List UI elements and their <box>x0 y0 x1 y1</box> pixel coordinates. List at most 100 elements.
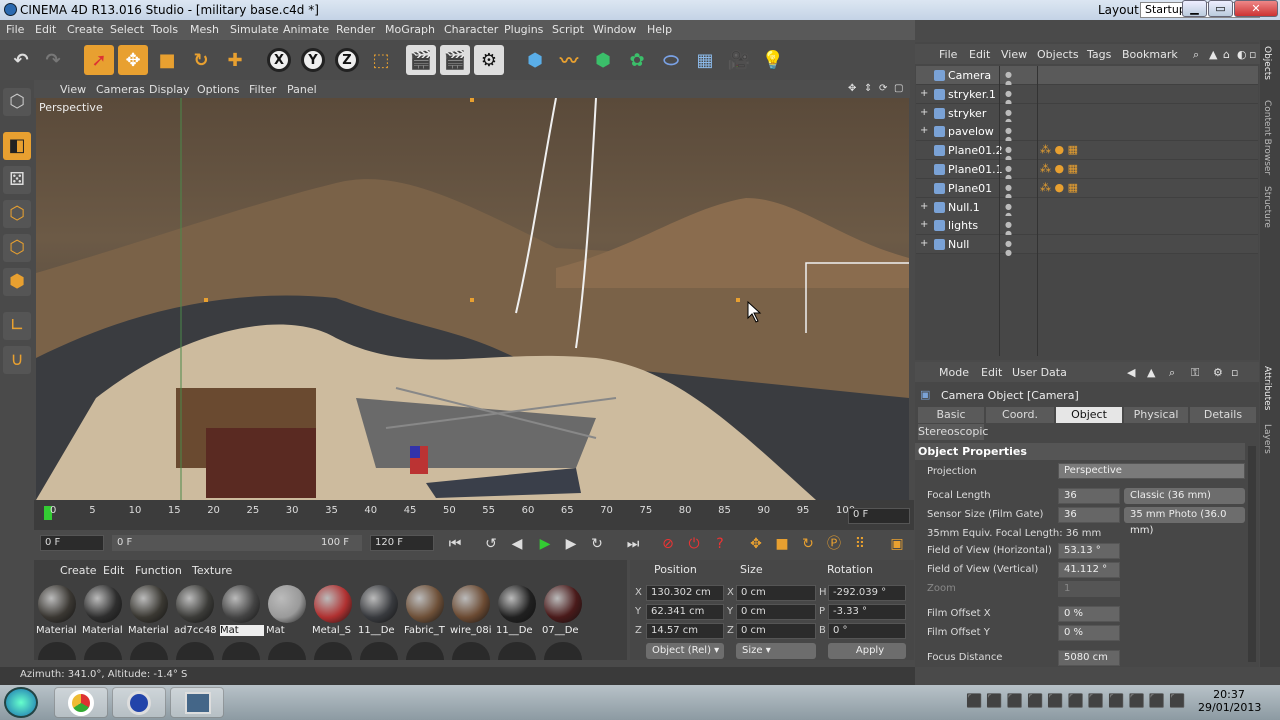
visibility-dots-icon[interactable]: ● ● <box>1005 126 1019 144</box>
obj-menu-objects[interactable]: Objects <box>1037 48 1079 61</box>
object-row[interactable]: Camera ● ● <box>916 66 1258 88</box>
material-swatch[interactable] <box>498 585 536 623</box>
object-name[interactable]: Plane01 <box>948 182 992 195</box>
mat-menu-function[interactable]: Function <box>135 564 182 577</box>
deformer-icon[interactable]: ⬭ <box>656 45 686 75</box>
visibility-dots-icon[interactable]: ● ● <box>1005 183 1019 201</box>
vp-menu-filter[interactable]: Filter <box>249 83 276 96</box>
vp-dolly-icon[interactable]: ⇕ <box>864 83 872 94</box>
visibility-dots-icon[interactable]: ● ● <box>1005 145 1019 163</box>
side-tab-attributes[interactable]: Attributes <box>1262 366 1272 410</box>
light-icon[interactable]: 💡 <box>758 45 788 75</box>
polygons-mode-icon[interactable]: ⬢ <box>3 268 31 296</box>
size-mode-select[interactable]: Size ▾ <box>736 643 816 659</box>
material-swatch[interactable] <box>314 585 352 623</box>
material-label[interactable]: Metal_S <box>312 625 356 636</box>
material-swatch[interactable] <box>176 642 214 660</box>
minimize-button[interactable]: ▁ <box>1182 0 1207 17</box>
expand-toggle[interactable]: + <box>920 107 928 118</box>
projection-select[interactable]: Perspective <box>1058 463 1245 479</box>
material-swatch[interactable] <box>84 642 122 660</box>
record-keys-icon[interactable]: ⊘ <box>657 533 679 555</box>
scale-icon[interactable]: ■ <box>152 45 182 75</box>
material-label[interactable]: Mat <box>220 625 264 636</box>
visibility-dots-icon[interactable]: ● ● <box>1005 70 1019 88</box>
play-icon[interactable]: ▶ <box>534 533 556 555</box>
menu-plugins[interactable]: Plugins <box>504 23 543 36</box>
material-swatch[interactable] <box>360 585 398 623</box>
tab-details[interactable]: Details <box>1190 407 1256 423</box>
menu-character[interactable]: Character <box>444 23 498 36</box>
obj-menu-file[interactable]: File <box>939 48 957 61</box>
lock-icon[interactable]: ◐ <box>1237 48 1247 61</box>
spline-pen-icon[interactable]: 〰 <box>554 45 584 75</box>
current-frame-field[interactable]: 0 F <box>848 508 910 524</box>
material-label[interactable]: Fabric_T <box>404 625 448 636</box>
material-label[interactable]: Material <box>128 625 172 636</box>
menu-help[interactable]: Help <box>647 23 672 36</box>
previous-key-icon[interactable]: ↺ <box>480 533 502 555</box>
fov-horizontal-field[interactable]: 53.13 ° <box>1058 543 1120 559</box>
lock-icon[interactable]: ⚿ <box>1191 366 1199 380</box>
menu-tools[interactable]: Tools <box>151 23 178 36</box>
size-y-field[interactable]: 0 cm <box>736 604 816 620</box>
material-label[interactable]: wire_08i <box>450 625 494 636</box>
windows-start-button[interactable] <box>4 687 38 718</box>
z-axis-lock-button[interactable]: Z <box>335 48 359 72</box>
mat-menu-create[interactable]: Create <box>60 564 97 577</box>
obj-menu-bookmark[interactable]: Bookmark <box>1122 48 1178 61</box>
material-swatch[interactable] <box>452 642 490 660</box>
tab-stereoscopic[interactable]: Stereoscopic <box>918 424 988 440</box>
texture-mode-icon[interactable]: ⚄ <box>3 166 31 194</box>
home-icon[interactable]: ⌂ <box>1223 48 1230 61</box>
visibility-dots-icon[interactable]: ● ● <box>1005 164 1019 182</box>
material-swatch[interactable] <box>130 585 168 623</box>
object-name[interactable]: stryker <box>948 107 986 120</box>
redo-icon[interactable]: ↷ <box>38 45 68 75</box>
obj-menu-tags[interactable]: Tags <box>1087 48 1111 61</box>
search-icon[interactable]: ⌕ <box>1169 366 1175 380</box>
vp-menu-view[interactable]: View <box>60 83 86 96</box>
back-arrow-icon[interactable]: ◀ <box>1127 366 1135 379</box>
key-parameter-icon[interactable]: Ⓟ <box>823 533 845 555</box>
sensor-preset-select[interactable]: 35 mm Photo (36.0 mm) <box>1124 507 1245 536</box>
side-tab-layers[interactable]: Layers <box>1262 424 1272 454</box>
object-row[interactable]: + stryker.1 ● ● <box>916 84 1258 107</box>
render-settings-icon[interactable]: ⚙ <box>474 45 504 75</box>
new-panel-icon[interactable]: ▫ <box>1231 366 1238 379</box>
focal-length-field[interactable]: 36 <box>1058 488 1120 504</box>
material-swatch[interactable] <box>544 585 582 623</box>
tab-physical[interactable]: Physical <box>1124 407 1188 423</box>
tab-basic[interactable]: Basic <box>918 407 984 423</box>
cinema4d-taskbar-icon[interactable] <box>112 687 166 718</box>
fov-vertical-field[interactable]: 41.112 ° <box>1058 562 1120 578</box>
material-swatch[interactable] <box>38 642 76 660</box>
start-frame-field[interactable]: 0 F <box>40 535 104 551</box>
material-label[interactable]: Mat <box>266 625 310 636</box>
key-pla-icon[interactable]: ⠿ <box>849 533 871 555</box>
side-tab-structure[interactable]: Structure <box>1262 186 1272 228</box>
material-tags-icon[interactable]: ⁂ ● ▦ <box>1040 162 1078 175</box>
vp-menu-cameras[interactable]: Cameras <box>96 83 145 96</box>
size-x-field[interactable]: 0 cm <box>736 585 816 601</box>
side-tab-objects[interactable]: Objects <box>1262 46 1272 80</box>
object-name[interactable]: Camera <box>948 69 991 82</box>
object-name[interactable]: lights <box>948 219 978 232</box>
undo-icon[interactable]: ↶ <box>6 45 36 75</box>
autokey-icon[interactable]: ⏻ <box>683 533 705 555</box>
rotation-p-field[interactable]: -3.33 ° <box>828 604 906 620</box>
timeline-ruler[interactable]: 0 5 10 15 20 25 30 35 40 45 50 55 60 65 70 75 80 85 90 95 10… <box>34 500 914 530</box>
apply-button[interactable]: Apply <box>828 643 906 659</box>
camera-icon[interactable]: 🎥 <box>724 45 754 75</box>
end-frame-field[interactable]: 120 F <box>370 535 434 551</box>
attr-menu-mode[interactable]: Mode <box>939 366 969 379</box>
menu-animate[interactable]: Animate <box>283 23 329 36</box>
object-row[interactable]: + lights ● ● <box>916 216 1258 238</box>
menu-file[interactable]: File <box>6 23 24 36</box>
tab-object[interactable]: Object <box>1056 407 1122 423</box>
menu-mesh[interactable]: Mesh <box>190 23 219 36</box>
y-axis-lock-button[interactable]: Y <box>301 48 325 72</box>
material-label[interactable]: ad7cc48 <box>174 625 218 636</box>
menu-render[interactable]: Render <box>336 23 375 36</box>
next-frame-icon[interactable]: ▶ <box>560 533 582 555</box>
